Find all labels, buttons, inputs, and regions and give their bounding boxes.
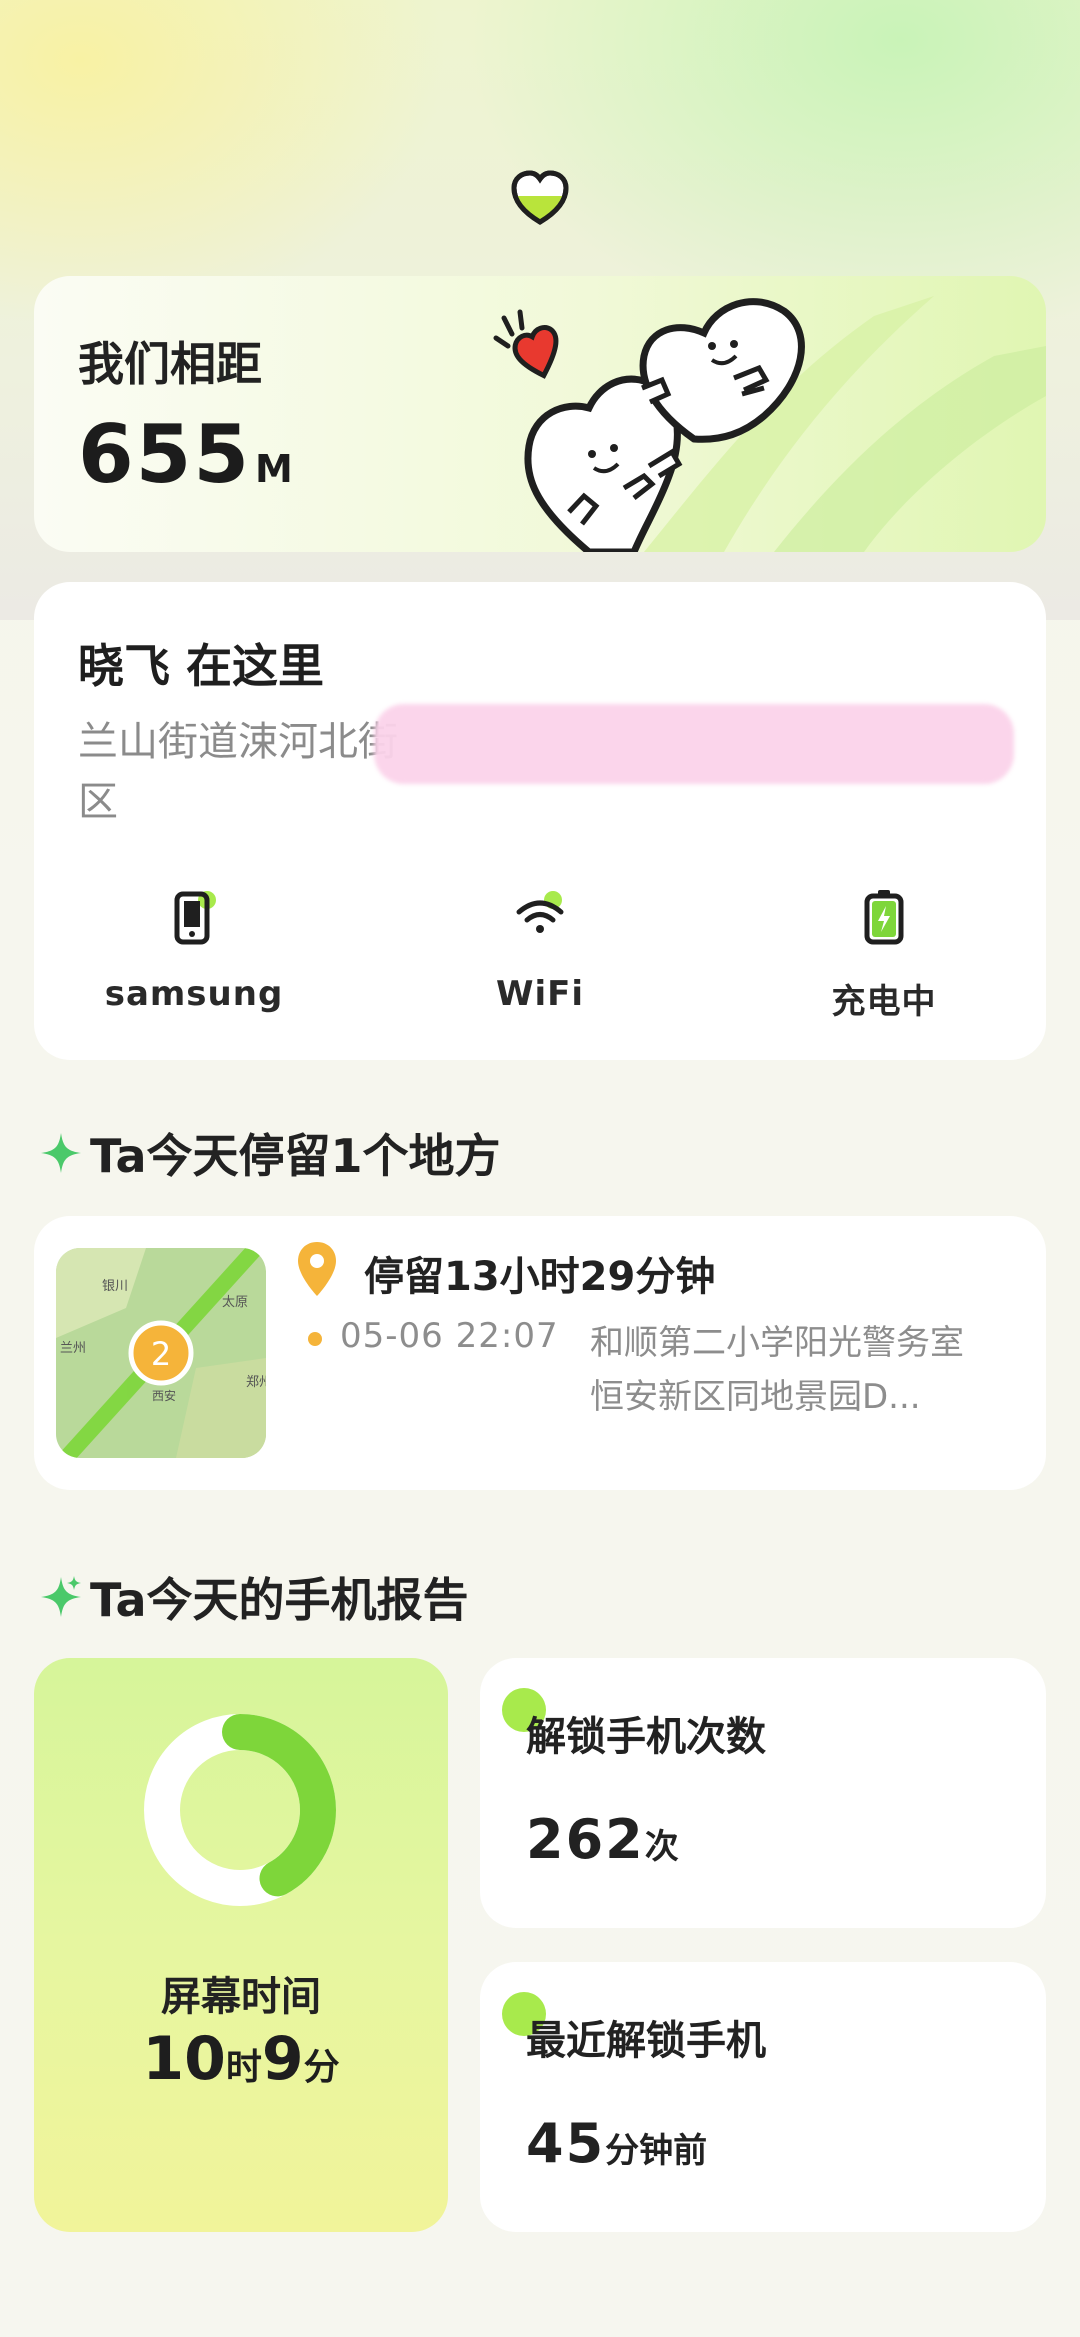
location-title: 晓飞 在这里	[78, 639, 325, 693]
map-label: 郑州	[246, 1375, 266, 1390]
sparkle-icon	[41, 1576, 81, 1617]
screen-time-label: 屏幕时间	[161, 1974, 321, 2020]
distance-value: 655 M	[78, 408, 295, 501]
stay-section-header: Ta今天停留1个地方	[38, 1120, 501, 1186]
network-label: WiFi	[495, 974, 585, 1014]
last-unlock-value: 45分钟前	[526, 2112, 708, 2175]
location-pin-icon	[298, 1242, 336, 1296]
address-redaction	[374, 704, 1014, 784]
hearts-illustration	[493, 296, 1046, 552]
sparkle-icon	[41, 1133, 81, 1173]
map-label: 银川	[102, 1279, 128, 1294]
phone-icon	[174, 891, 216, 945]
map-label: 兰州	[60, 1341, 86, 1356]
map-label: 西安	[152, 1388, 176, 1403]
stay-place: 和顺第二小学阳光警务室恒安新区同地景园D...	[590, 1323, 964, 1417]
cluster-count: 2	[151, 1335, 171, 1373]
screen-time-ring	[144, 1714, 336, 1906]
report-section-title: Ta今天的手机报告	[90, 1573, 469, 1627]
distance-card[interactable]: 我们相距 655 M	[34, 276, 1046, 552]
unlock-count-title: 解锁手机次数	[526, 1714, 766, 1760]
unlock-count-card[interactable]: 解锁手机次数 262次	[480, 1658, 1046, 1928]
device-label: samsung	[104, 974, 284, 1014]
network-status: WiFi	[420, 888, 660, 1014]
stay-card[interactable]: 2 银川 太原 兰州 郑州 西安 停留13小时29分钟 05-06 22:07 …	[34, 1216, 1046, 1490]
map-thumbnail[interactable]: 2 银川 太原 兰州 郑州 西安	[56, 1248, 266, 1458]
stay-duration: 停留13小时29分钟	[364, 1254, 716, 1300]
screen-time-value: 10时9分	[142, 2024, 340, 2094]
battery-status: 充电中	[764, 888, 1004, 1023]
battery-label: 充电中	[831, 982, 937, 1022]
map-label: 太原	[222, 1295, 248, 1310]
location-card[interactable]: 晓飞 在这里 兰山街道涑河北街 区 samsung WiFi 充电中	[34, 582, 1046, 1060]
screen-time-card[interactable]: 屏幕时间 10时9分	[34, 1658, 448, 2232]
last-unlock-title: 最近解锁手机	[526, 2018, 766, 2064]
stay-section-title: Ta今天停留1个地方	[90, 1129, 501, 1183]
battery-charging-icon	[864, 890, 904, 945]
app-logo-icon	[511, 170, 569, 225]
distance-title: 我们相距	[78, 337, 262, 391]
map-image: 2 银川 太原 兰州 郑州 西安	[56, 1248, 266, 1458]
stay-time: 05-06 22:07	[340, 1316, 559, 1356]
wifi-icon	[516, 891, 564, 933]
unlock-count-value: 262次	[526, 1808, 679, 1871]
report-section-header: Ta今天的手机报告	[38, 1564, 469, 1630]
distance-unit: M	[255, 447, 295, 491]
timeline-dot	[308, 1332, 322, 1346]
last-unlock-card[interactable]: 最近解锁手机 45分钟前	[480, 1962, 1046, 2232]
device-status: samsung	[74, 888, 314, 1014]
